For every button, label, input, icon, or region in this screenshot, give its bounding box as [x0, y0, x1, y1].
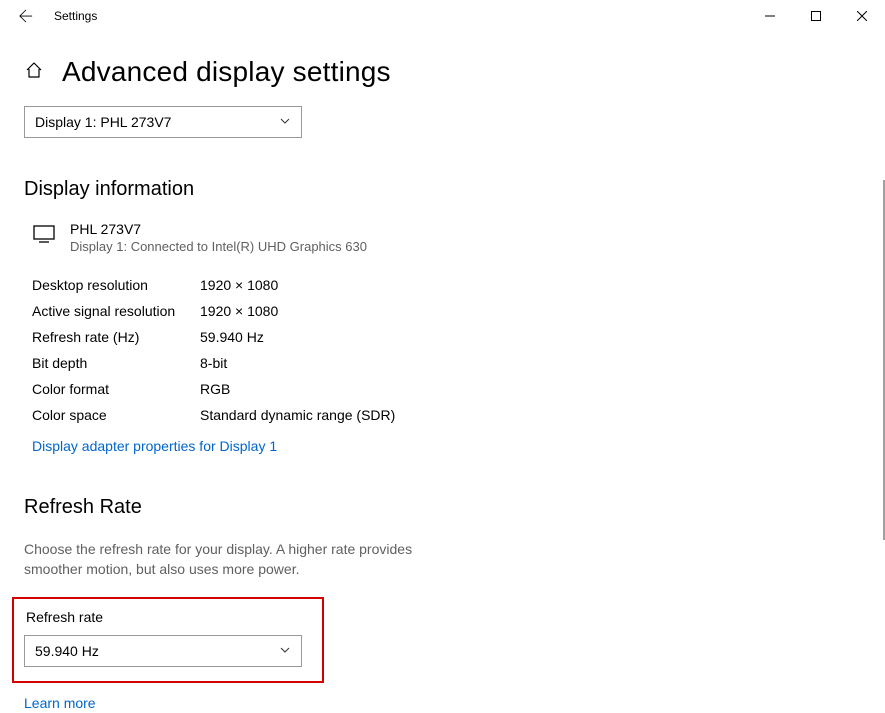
monitor-summary: PHL 273V7 Display 1: Connected to Intel(… [32, 221, 861, 254]
adapter-properties-link[interactable]: Display adapter properties for Display 1 [32, 438, 277, 454]
maximize-icon [811, 11, 821, 21]
table-row: Color format RGB [32, 376, 861, 402]
chevron-down-icon [279, 643, 291, 659]
display-selector-value: Display 1: PHL 273V7 [35, 114, 171, 130]
info-value: 8-bit [200, 350, 227, 376]
close-icon [857, 11, 867, 21]
window-title: Settings [54, 9, 97, 23]
info-label: Color space [32, 402, 200, 428]
refresh-rate-label: Refresh rate [26, 609, 312, 625]
refresh-rate-selector[interactable]: 59.940 Hz [24, 635, 302, 667]
page-title: Advanced display settings [62, 56, 391, 88]
info-value: 1920 × 1080 [200, 298, 278, 324]
titlebar: Settings [0, 0, 885, 32]
table-row: Active signal resolution 1920 × 1080 [32, 298, 861, 324]
table-row: Color space Standard dynamic range (SDR) [32, 402, 861, 428]
table-row: Bit depth 8-bit [32, 350, 861, 376]
page-header: Advanced display settings [24, 56, 861, 88]
display-info-heading: Display information [24, 178, 861, 201]
info-label: Color format [32, 376, 200, 402]
minimize-button[interactable] [747, 0, 793, 32]
monitor-name: PHL 273V7 [70, 221, 367, 237]
table-row: Refresh rate (Hz) 59.940 Hz [32, 324, 861, 350]
refresh-rate-description: Choose the refresh rate for your display… [24, 539, 424, 579]
display-selector[interactable]: Display 1: PHL 273V7 [24, 106, 302, 138]
window-controls [747, 0, 885, 32]
refresh-rate-heading: Refresh Rate [24, 496, 861, 519]
info-label: Active signal resolution [32, 298, 200, 324]
info-label: Bit depth [32, 350, 200, 376]
info-value: 1920 × 1080 [200, 272, 278, 298]
maximize-button[interactable] [793, 0, 839, 32]
info-value: 59.940 Hz [200, 324, 264, 350]
monitor-description: Display 1: Connected to Intel(R) UHD Gra… [70, 239, 367, 254]
refresh-rate-value: 59.940 Hz [35, 643, 99, 659]
info-label: Refresh rate (Hz) [32, 324, 200, 350]
chevron-down-icon [279, 114, 291, 130]
minimize-icon [765, 11, 775, 21]
table-row: Desktop resolution 1920 × 1080 [32, 272, 861, 298]
back-arrow-icon [19, 9, 33, 23]
home-icon[interactable] [24, 60, 44, 85]
info-value: RGB [200, 376, 230, 402]
info-label: Desktop resolution [32, 272, 200, 298]
refresh-rate-highlight: Refresh rate 59.940 Hz [12, 597, 324, 683]
display-info-table: Desktop resolution 1920 × 1080 Active si… [32, 272, 861, 428]
content-area: Advanced display settings Display 1: PHL… [0, 56, 885, 713]
close-button[interactable] [839, 0, 885, 32]
info-value: Standard dynamic range (SDR) [200, 402, 395, 428]
monitor-icon [32, 221, 56, 254]
back-button[interactable] [14, 4, 38, 28]
